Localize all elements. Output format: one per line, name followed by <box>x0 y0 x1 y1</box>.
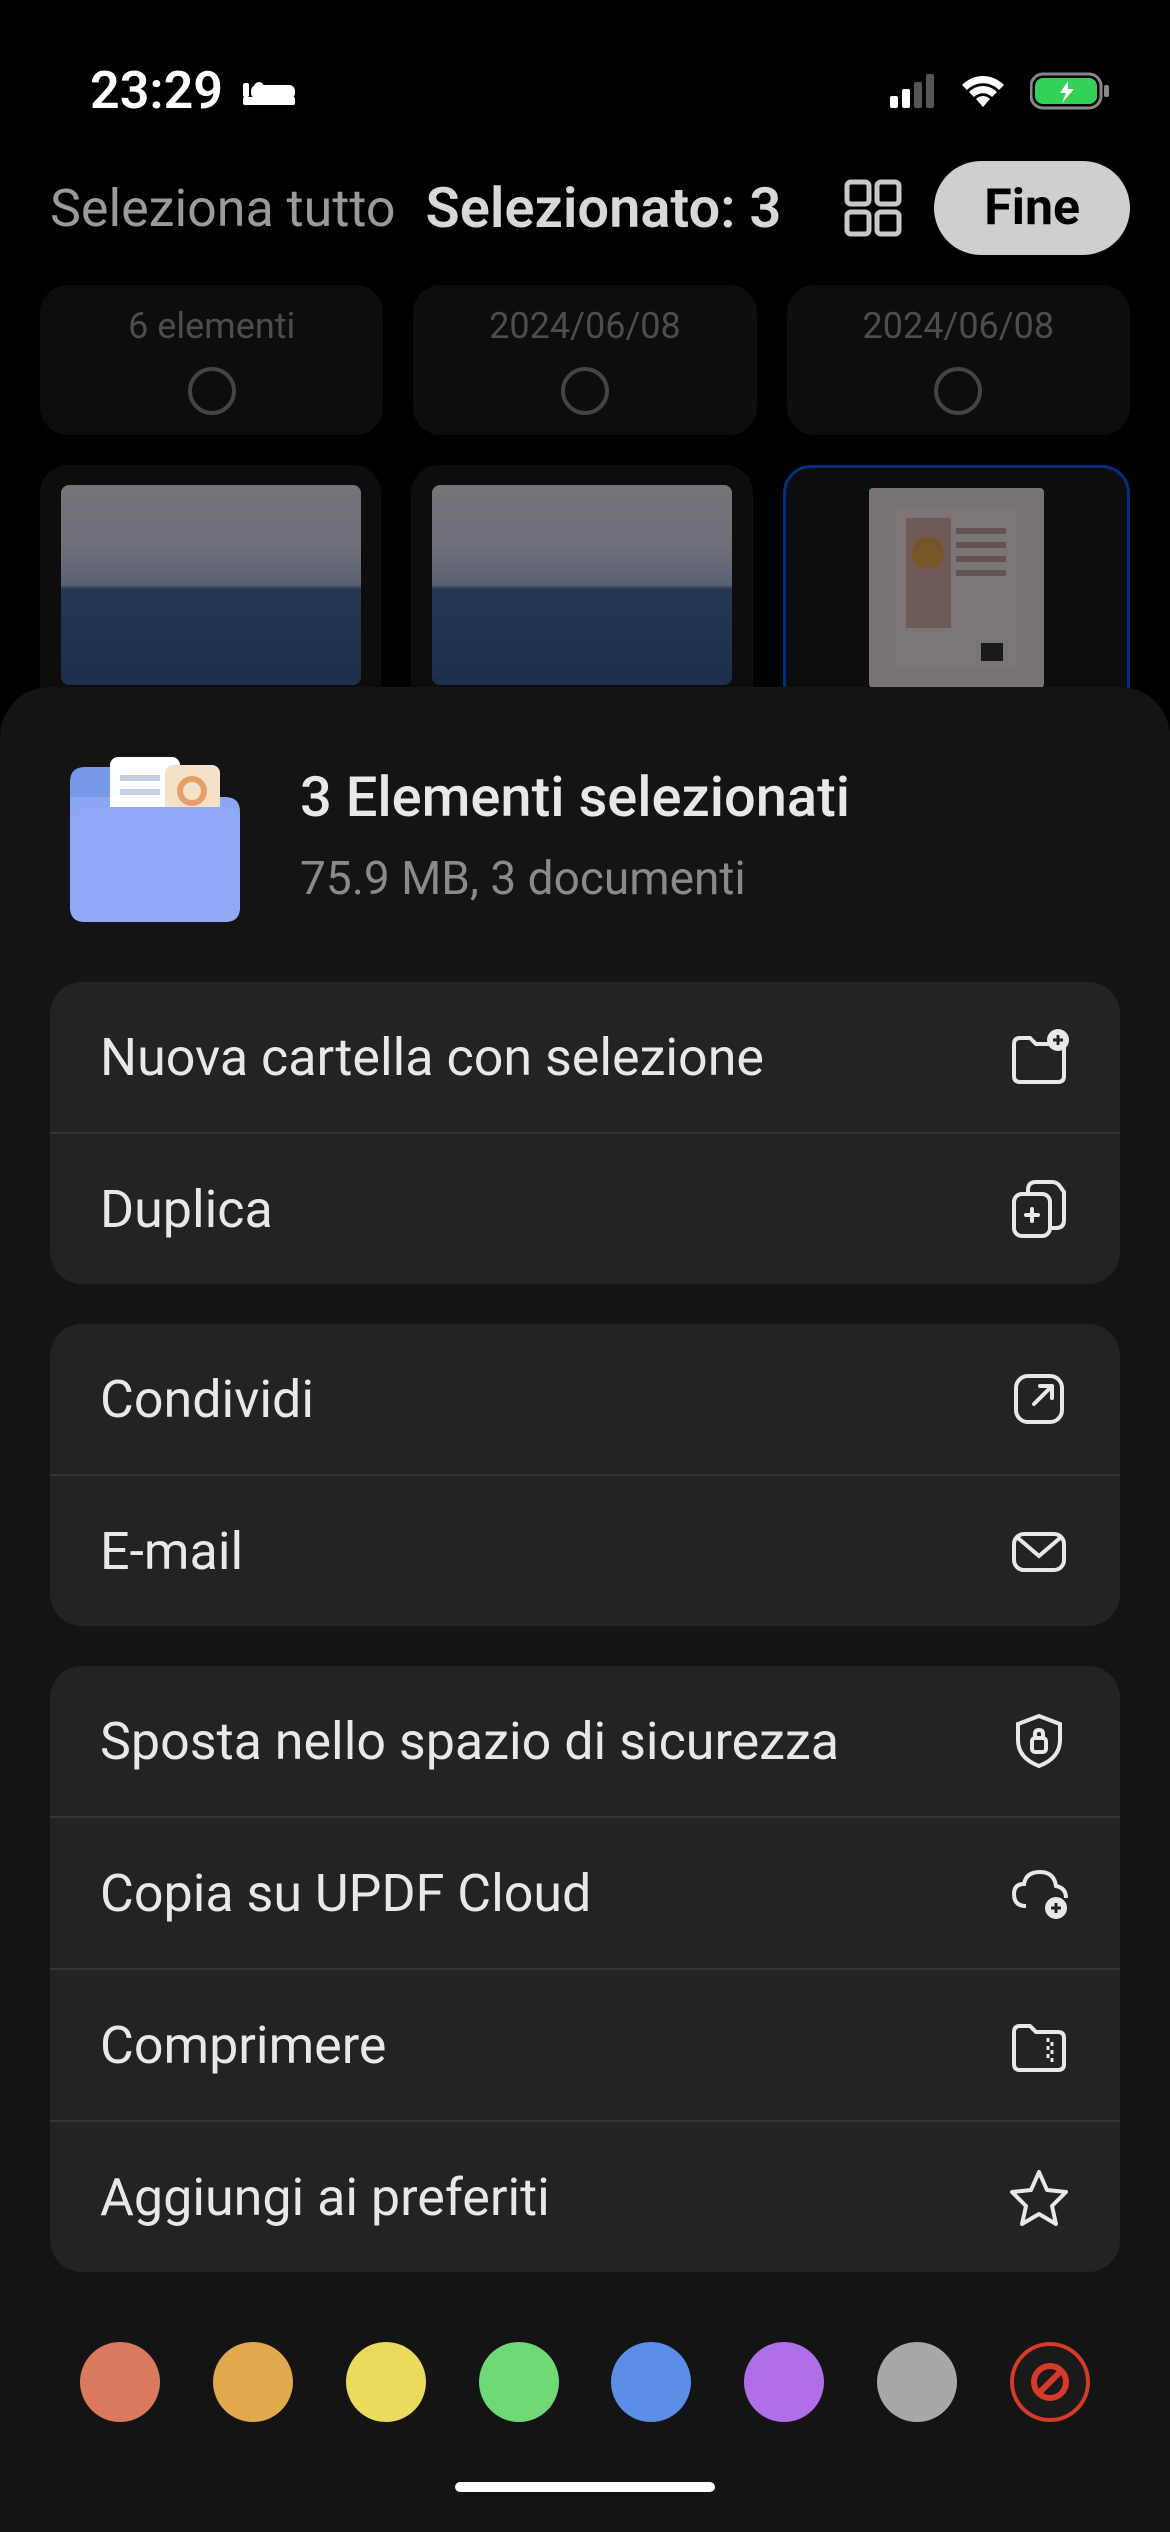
color-tag-green[interactable] <box>479 2342 559 2422</box>
battery-charging-icon <box>1030 71 1110 111</box>
cloud-plus-icon <box>1008 1862 1070 1924</box>
action-label: Duplica <box>100 1179 273 1240</box>
action-group-2: Condividi E-mail <box>50 1324 1120 1626</box>
action-label: Copia su UPDF Cloud <box>100 1863 591 1924</box>
tile-subtitle: 2024/06/08 <box>797 305 1120 347</box>
new-folder-action[interactable]: Nuova cartella con selezione <box>50 982 1120 1134</box>
select-all-button[interactable]: Seleziona tutto <box>50 178 396 239</box>
mail-icon <box>1008 1520 1070 1582</box>
move-secure-action[interactable]: Sposta nello spazio di sicurezza <box>50 1666 1120 1818</box>
compress-action[interactable]: Comprimere <box>50 1970 1120 2122</box>
selection-count-title: Selezionato: 3 <box>426 175 813 241</box>
copy-cloud-action[interactable]: Copia su UPDF Cloud <box>50 1818 1120 1970</box>
selection-radio[interactable] <box>934 367 982 415</box>
action-label: Sposta nello spazio di sicurezza <box>100 1711 839 1772</box>
status-left: 23:29 <box>90 60 295 121</box>
grid-icon <box>842 177 904 239</box>
status-time: 23:29 <box>90 60 223 121</box>
color-tag-orange[interactable] <box>213 2342 293 2422</box>
color-tag-row <box>50 2312 1120 2452</box>
sheet-header: 3 Elementi selezionati 75.9 MB, 3 docume… <box>50 747 1120 922</box>
star-icon <box>1008 2166 1070 2228</box>
color-tag-purple[interactable] <box>744 2342 824 2422</box>
action-label: Comprimere <box>100 2015 386 2076</box>
action-group-3: Sposta nello spazio di sicurezza Copia s… <box>50 1666 1120 2272</box>
action-group-1: Nuova cartella con selezione Duplica <box>50 982 1120 1284</box>
tile-subtitle: 6 elementi <box>50 305 373 347</box>
tile-subtitle: 2024/06/08 <box>423 305 746 347</box>
sheet-subtitle: 75.9 MB, 3 documenti <box>300 852 850 906</box>
dnd-sleep-icon <box>243 73 295 109</box>
doc-preview-icon <box>896 508 1016 668</box>
color-tag-yellow[interactable] <box>346 2342 426 2422</box>
zip-icon <box>1008 2014 1070 2076</box>
home-indicator[interactable] <box>455 2482 715 2492</box>
no-color-icon <box>1028 2360 1072 2404</box>
duplicate-icon <box>1008 1178 1070 1240</box>
selection-nav-bar: Seleziona tutto Selezionato: 3 Fine <box>0 141 1170 285</box>
file-tile[interactable]: 2024/06/08 <box>787 285 1130 435</box>
favorite-action[interactable]: Aggiungi ai preferiti <box>50 2122 1120 2272</box>
shield-lock-icon <box>1008 1710 1070 1772</box>
file-thumbnail <box>432 485 732 685</box>
action-label: E-mail <box>100 1521 243 1582</box>
action-label: Nuova cartella con selezione <box>100 1027 764 1088</box>
duplicate-action[interactable]: Duplica <box>50 1134 1120 1284</box>
color-tag-blue[interactable] <box>611 2342 691 2422</box>
selection-radio[interactable] <box>188 367 236 415</box>
share-icon <box>1008 1368 1070 1430</box>
file-thumbnail <box>61 485 361 685</box>
folder-docs-icon <box>60 747 250 922</box>
selection-radio[interactable] <box>561 367 609 415</box>
folder-plus-icon <box>1008 1026 1070 1088</box>
share-action[interactable]: Condividi <box>50 1324 1120 1476</box>
done-button[interactable]: Fine <box>934 161 1130 255</box>
status-bar: 23:29 <box>0 0 1170 141</box>
action-label: Aggiungi ai preferiti <box>100 2167 550 2228</box>
cellular-signal-icon <box>890 74 936 108</box>
grid-view-button[interactable] <box>842 177 904 239</box>
color-tag-red[interactable] <box>80 2342 160 2422</box>
action-label: Condividi <box>100 1369 314 1430</box>
sheet-title: 3 Elementi selezionati <box>300 764 850 830</box>
status-right <box>890 71 1110 111</box>
actions-sheet: 3 Elementi selezionati 75.9 MB, 3 docume… <box>0 687 1170 2532</box>
color-tag-none[interactable] <box>1010 2342 1090 2422</box>
file-tile[interactable]: 2024/06/08 <box>413 285 756 435</box>
wifi-icon <box>958 73 1008 109</box>
color-tag-gray[interactable] <box>877 2342 957 2422</box>
email-action[interactable]: E-mail <box>50 1476 1120 1626</box>
file-tile[interactable]: 6 elementi <box>40 285 383 435</box>
file-thumbnail <box>869 488 1044 688</box>
